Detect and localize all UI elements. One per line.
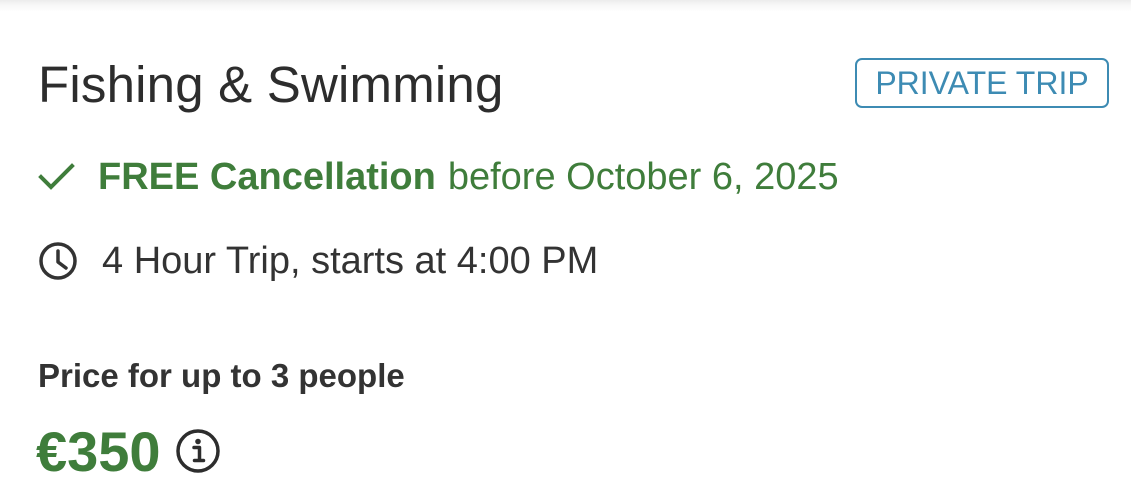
price-label: Price for up to 3 people <box>38 357 405 394</box>
trip-title: Fishing & Swimming <box>38 56 504 113</box>
check-icon <box>38 161 76 193</box>
cancellation-policy: FREE Cancellation before October 6, 2025 <box>38 152 839 202</box>
cancellation-deadline: before October 6, 2025 <box>447 155 839 198</box>
clock-icon <box>38 241 78 281</box>
trip-duration-text: 4 Hour Trip, starts at 4:00 PM <box>102 239 599 282</box>
info-icon[interactable] <box>175 428 221 474</box>
top-divider-shadow <box>0 0 1131 12</box>
trip-duration: 4 Hour Trip, starts at 4:00 PM <box>38 236 598 286</box>
price-row: €350 <box>36 418 221 484</box>
free-cancellation-label: FREE Cancellation <box>98 155 436 198</box>
price-value: €350 <box>36 419 161 483</box>
private-trip-badge: PRIVATE TRIP <box>855 58 1109 108</box>
